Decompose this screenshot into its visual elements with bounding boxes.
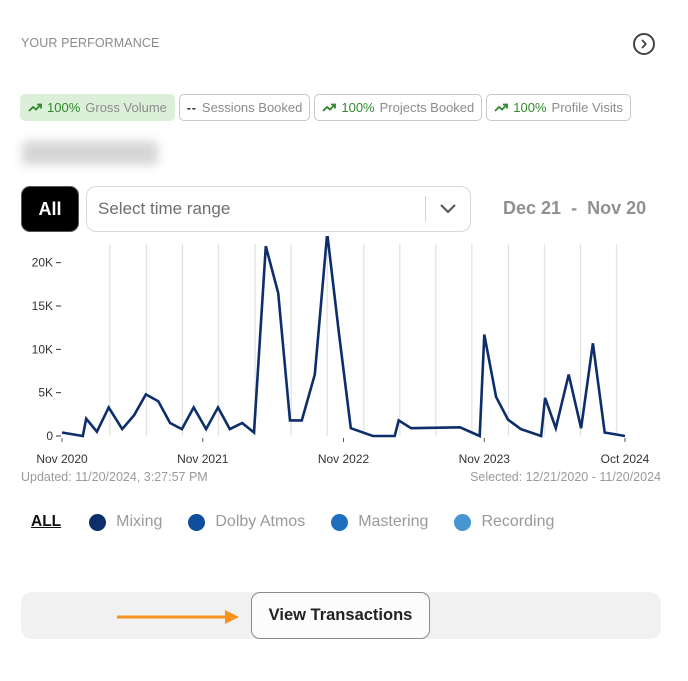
total-amount-blurred — [22, 141, 158, 165]
legend-dot-icon — [89, 513, 107, 531]
metric-pct: 100% — [513, 100, 547, 115]
trending-up-icon — [322, 103, 337, 112]
performance-chart: 0 5K 10K 15K 20K Nov 2020 Nov 2021 Nov 2022 Nov … — [0, 236, 688, 466]
section-title: YOUR PERFORMANCE — [21, 36, 160, 50]
metric-pct: 100% — [47, 100, 81, 115]
x-tick-label: Nov 2022 — [318, 452, 370, 466]
date-end: Nov 20 — [587, 198, 647, 218]
x-tick-label: Nov 2023 — [459, 452, 511, 466]
time-range-select[interactable]: Select time range — [86, 186, 471, 232]
legend-label: Recording — [481, 513, 555, 530]
y-tick-label: 20K — [32, 256, 53, 270]
date-range: Dec 21 - Nov 20 — [503, 198, 646, 219]
date-separator: - — [571, 198, 578, 218]
metric-pct: 100% — [341, 100, 375, 115]
trending-up-icon — [494, 103, 509, 112]
y-tick-label: 10K — [32, 342, 53, 356]
legend-label: Mixing — [116, 513, 163, 530]
legend-all-filter[interactable]: ALL — [31, 513, 61, 531]
line-chart: 0 5K 10K 15K 20K Nov 2020 Nov 2021 Nov 2022 Nov … — [32, 236, 650, 466]
metric-tab-profile-visits[interactable]: 100% Profile Visits — [486, 94, 631, 121]
metric-tab-sessions-booked[interactable]: -- Sessions Booked — [178, 94, 311, 121]
view-transactions-button[interactable]: View Transactions — [251, 592, 430, 639]
metric-tabs: 100% Gross Volume -- Sessions Booked 100… — [20, 94, 631, 121]
time-range-placeholder: Select time range — [98, 199, 231, 218]
metric-label: Sessions Booked — [201, 100, 303, 115]
metric-label: Profile Visits — [551, 100, 623, 115]
legend-item-dolby-atmos[interactable]: Dolby Atmos — [188, 513, 305, 531]
metric-label: Projects Booked — [379, 100, 475, 115]
legend-item-mastering[interactable]: Mastering — [331, 513, 428, 531]
date-start: Dec 21 — [503, 198, 562, 218]
updated-timestamp: Updated: 11/20/2024, 3:27:57 PM — [21, 470, 208, 484]
metric-tab-gross-volume[interactable]: 100% Gross Volume — [20, 94, 175, 121]
legend-dot-icon — [454, 513, 472, 531]
x-tick-label: Nov 2021 — [177, 452, 229, 466]
metric-label: Gross Volume — [85, 100, 167, 115]
trending-up-icon — [28, 103, 42, 112]
chevron-down-icon[interactable] — [426, 204, 470, 214]
category-legend: ALL Mixing Dolby Atmos Mastering Recordi… — [31, 513, 580, 531]
chevron-right-circle-icon — [641, 39, 647, 49]
metric-pct: -- — [186, 100, 197, 115]
legend-label: Dolby Atmos — [215, 513, 306, 530]
next-button[interactable] — [633, 33, 655, 55]
legend-item-mixing[interactable]: Mixing — [89, 513, 162, 531]
legend-label: Mastering — [358, 513, 429, 530]
x-tick-label: Oct 2024 — [601, 452, 650, 466]
arrow-right-icon — [117, 610, 239, 624]
metric-tab-projects-booked[interactable]: 100% Projects Booked — [314, 94, 483, 121]
y-tick-label: 0 — [46, 429, 53, 443]
x-tick-label: Nov 2020 — [36, 452, 88, 466]
y-tick-label: 5K — [38, 386, 53, 400]
all-filter-button[interactable]: All — [21, 186, 79, 232]
legend-dot-icon — [331, 513, 349, 531]
legend-item-recording[interactable]: Recording — [454, 513, 554, 531]
legend-dot-icon — [188, 513, 206, 531]
y-tick-label: 15K — [32, 299, 53, 313]
selected-range: Selected: 12/21/2020 - 11/20/2024 — [470, 470, 661, 484]
